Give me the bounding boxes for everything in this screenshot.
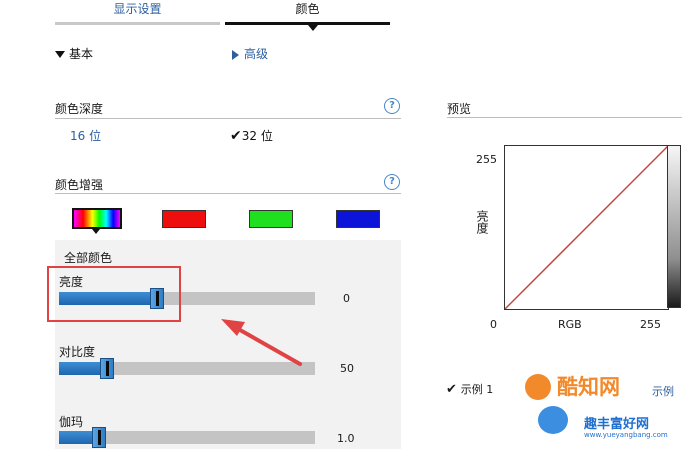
contrast-value: 50 [340, 362, 354, 375]
contrast-slider-thumb[interactable] [100, 358, 114, 379]
annotation-highlight-box [47, 266, 181, 322]
watermark-site: 趣丰富好网 [584, 417, 650, 432]
red-swatch[interactable] [162, 210, 206, 228]
checkmark-icon: ✔ [446, 382, 457, 397]
x-axis-label: RGB [558, 318, 582, 331]
brightness-value: 0 [343, 292, 350, 305]
mode-basic-label: 基本 [69, 47, 94, 61]
tab-display-settings[interactable]: 显示设置 [55, 0, 220, 25]
divider [55, 193, 401, 194]
mode-advanced-link[interactable]: 高级 [232, 45, 268, 62]
contrast-slider-fill [59, 362, 106, 375]
gamma-slider-thumb[interactable] [92, 427, 106, 448]
mode-basic[interactable]: 基本 [55, 45, 93, 62]
tab-color[interactable]: 颜色 [225, 0, 390, 25]
curve-svg [504, 145, 669, 310]
depth-16-option[interactable]: 16 位 [70, 127, 101, 144]
triangle-down-icon [55, 51, 65, 58]
y-axis-label: 亮度 [475, 210, 489, 234]
gamma-value: 1.0 [337, 432, 355, 445]
example-1-option[interactable]: ✔ 示例 1 [446, 381, 493, 397]
depth-32-option[interactable]: ✔32 位 [230, 127, 273, 144]
brightness-curve-line [504, 145, 669, 310]
color-enhancement-title: 颜色增强 [55, 178, 104, 192]
preview-title: 预览 [447, 102, 472, 116]
all-colors-swatch[interactable] [72, 208, 122, 229]
example-1-label: 示例 1 [460, 383, 494, 396]
depth-32-label: 32 位 [241, 129, 273, 143]
watermark-url: www.yueyangbang.com [584, 431, 668, 439]
x-min-tick: 0 [490, 318, 497, 331]
selected-swatch-pointer-icon [92, 229, 100, 234]
channel-label: 全部颜色 [64, 251, 113, 265]
watermark-brand: 酷知网 [557, 375, 620, 399]
active-tab-pointer-icon [308, 25, 318, 31]
divider [55, 118, 401, 119]
green-swatch[interactable] [249, 210, 293, 228]
help-icon[interactable]: ? [384, 174, 400, 190]
help-icon[interactable]: ? [384, 98, 400, 114]
checkmark-icon: ✔ [230, 128, 242, 144]
x-max-tick: 255 [640, 318, 661, 331]
gamma-slider[interactable] [59, 427, 315, 448]
watermark-logo-icon [525, 374, 551, 400]
y-max-tick: 255 [476, 153, 497, 166]
gamma-label: 伽玛 [59, 415, 84, 429]
tab-display-settings-label: 显示设置 [113, 2, 162, 16]
watermark-wifi-icon [538, 406, 568, 434]
curve-chart [504, 145, 669, 310]
example-link[interactable]: 示例 [652, 383, 674, 399]
divider [447, 117, 682, 118]
color-depth-title: 颜色深度 [55, 102, 104, 116]
mode-advanced-label: 高级 [244, 47, 269, 61]
triangle-right-icon [232, 49, 239, 60]
blue-swatch[interactable] [336, 210, 380, 228]
contrast-label: 对比度 [59, 345, 96, 359]
annotation-arrow-icon [221, 319, 302, 366]
gradient-bar [667, 145, 681, 308]
tab-color-label: 颜色 [295, 2, 320, 16]
